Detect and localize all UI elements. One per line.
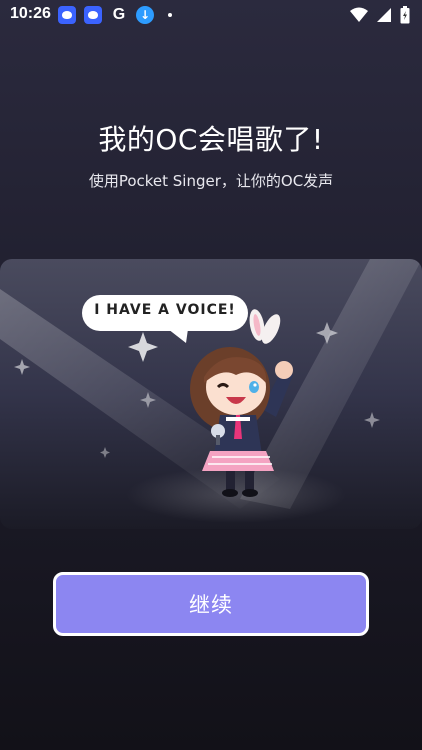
- google-g-icon: G: [112, 6, 126, 23]
- baidu-paw-icon: [84, 6, 102, 24]
- status-time: 10:26: [10, 5, 51, 22]
- speech-bubble-text: I HAVE A VOICE!: [94, 302, 236, 318]
- page-subtitle: 使用Pocket Singer，让你的OC发声: [88, 172, 334, 190]
- sparkle-icon: [364, 412, 380, 428]
- page-title: 我的OC会唱歌了!: [98, 123, 324, 156]
- system-icons: [350, 6, 410, 24]
- battery-icon: [400, 6, 410, 24]
- stage-scene: [0, 259, 422, 523]
- continue-button[interactable]: 继续: [53, 572, 369, 636]
- sparkle-icon: [100, 447, 110, 458]
- status-bar: 10:26 G: [0, 0, 422, 28]
- download-icon: [136, 6, 154, 24]
- sparkle-icon: [128, 332, 158, 362]
- stage-illustration: [0, 259, 422, 529]
- notification-icons: G: [58, 6, 172, 24]
- sparkle-icon: [14, 359, 30, 375]
- signal-icon: [377, 8, 391, 22]
- notification-dot-icon: [168, 13, 172, 17]
- baidu-paw-icon: [58, 6, 76, 24]
- wifi-icon: [350, 7, 368, 22]
